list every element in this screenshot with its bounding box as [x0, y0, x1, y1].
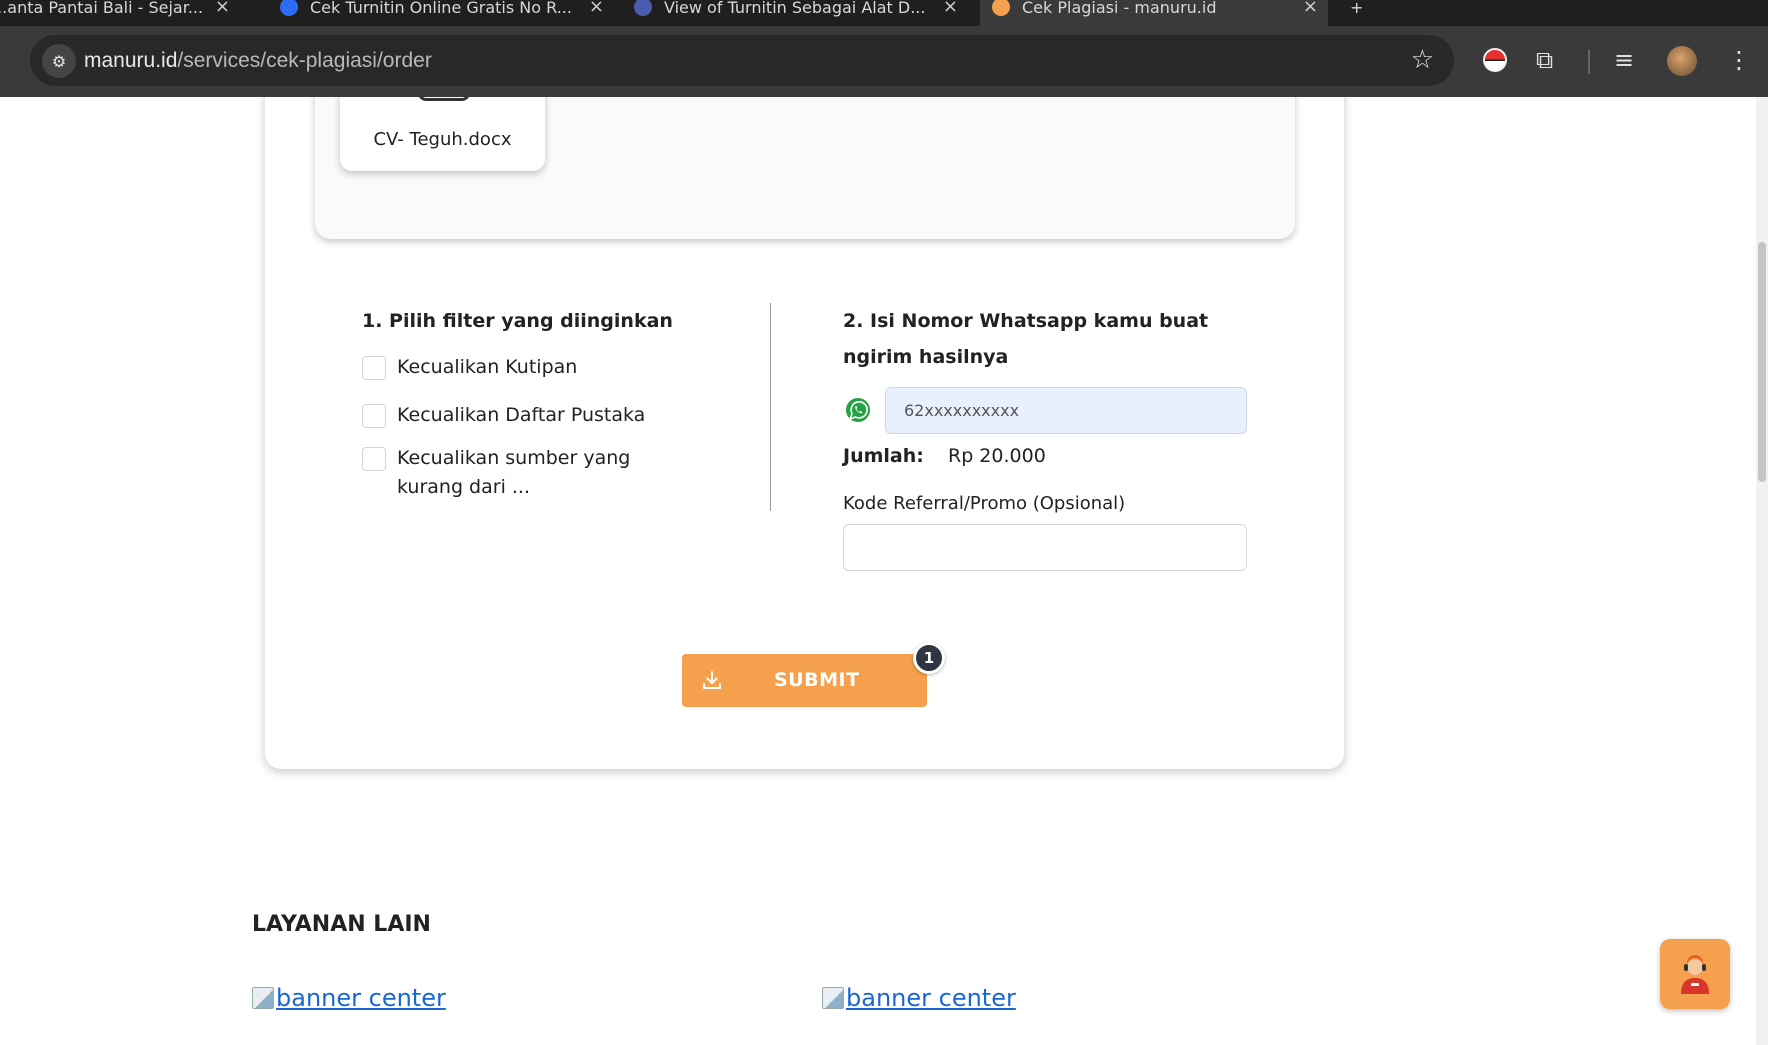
support-agent-icon: [1681, 955, 1709, 994]
turnitin-favicon-icon: [280, 0, 298, 16]
toolbar-separator: [1588, 50, 1590, 74]
close-tab-icon[interactable]: ×: [1303, 0, 1318, 17]
tab-strip: ...anta Pantai Bali - Sejar... × Cek Tur…: [0, 0, 1768, 26]
browser-tab-3[interactable]: View of Turnitin Sebagai Alat D... ×: [622, 0, 968, 26]
scrollbar-thumb[interactable]: [1758, 242, 1766, 482]
banner-alt-text: banner center: [846, 984, 1016, 1012]
close-tab-icon[interactable]: ×: [589, 0, 604, 17]
banner-link-2[interactable]: banner center: [822, 984, 1016, 1012]
referral-label: Kode Referral/Promo (Opsional): [843, 493, 1126, 514]
other-services-title: LAYANAN LAIN: [252, 912, 431, 937]
document-icon: [418, 97, 470, 101]
page-scrollbar[interactable]: [1756, 97, 1768, 1045]
filters-title: 1. Pilih filter yang diinginkan: [362, 310, 673, 332]
page-viewport: CV- Teguh.docx 1. Pilih filter yang diin…: [0, 97, 1768, 1045]
tab-title: Cek Plagiasi - manuru.id: [1022, 0, 1217, 17]
broken-image-icon: [252, 987, 274, 1009]
plus-icon: +: [1350, 0, 1364, 17]
broken-image-icon: [822, 987, 844, 1009]
url-text[interactable]: manuru.id/services/cek-plagiasi/order: [84, 49, 432, 73]
close-tab-icon[interactable]: ×: [943, 0, 958, 17]
banner-alt-text: banner center: [276, 984, 446, 1012]
checkbox-label: Kecualikan sumber yang kurang dari ...: [397, 447, 631, 498]
address-bar[interactable]: ⚙ manuru.id/services/cek-plagiasi/order …: [30, 35, 1454, 86]
checkbox-label: Kecualikan Daftar Pustaka: [397, 404, 646, 426]
uploaded-file-tile[interactable]: CV- Teguh.docx: [340, 97, 545, 171]
exclude-bibliography-checkbox[interactable]: [362, 404, 386, 428]
url-path: /services/cek-plagiasi/order: [177, 49, 432, 72]
filter-option-bibliography[interactable]: Kecualikan Daftar Pustaka: [362, 401, 742, 430]
filter-option-small-sources[interactable]: Kecualikan sumber yang kurang dari ...: [362, 444, 662, 502]
amount-label: Jumlah:: [843, 445, 924, 467]
amount-value: Rp 20.000: [948, 445, 1046, 467]
media-queue-icon[interactable]: ≡: [1614, 48, 1634, 72]
column-divider: [770, 303, 771, 511]
customer-support-button[interactable]: [1660, 939, 1730, 1009]
browser-toolbar: ⚙ manuru.id/services/cek-plagiasi/order …: [0, 26, 1768, 97]
pokeball-extension-icon[interactable]: [1483, 48, 1507, 72]
manuru-favicon-icon: [992, 0, 1010, 16]
browser-tab-1[interactable]: ...anta Pantai Bali - Sejar... ×: [0, 0, 240, 26]
filter-option-quotes[interactable]: Kecualikan Kutipan: [362, 353, 742, 382]
whatsapp-icon: [846, 398, 870, 422]
browser-tab-2[interactable]: Cek Turnitin Online Gratis No R... ×: [268, 0, 614, 26]
browser-tab-active[interactable]: Cek Plagiasi - manuru.id ×: [980, 0, 1328, 26]
close-tab-icon[interactable]: ×: [215, 0, 230, 17]
site-settings-icon[interactable]: ⚙: [42, 44, 76, 78]
extensions-puzzle-icon[interactable]: ⧉: [1536, 48, 1553, 72]
bookmark-star-icon[interactable]: ☆: [1411, 45, 1434, 75]
exclude-quotes-checkbox[interactable]: [362, 356, 386, 380]
new-tab-button[interactable]: +: [1338, 0, 1378, 26]
whatsapp-number-input[interactable]: [885, 387, 1247, 434]
submit-button[interactable]: SUBMIT: [682, 654, 927, 707]
whatsapp-title: 2. Isi Nomor Whatsapp kamu buat ngirim h…: [843, 310, 1209, 368]
referral-code-input[interactable]: [843, 524, 1247, 571]
download-icon: [703, 671, 721, 689]
profile-avatar[interactable]: [1667, 46, 1697, 76]
more-menu-icon[interactable]: ⋮: [1727, 48, 1751, 72]
url-host: manuru.id: [84, 49, 178, 72]
exclude-small-sources-checkbox[interactable]: [362, 447, 386, 471]
file-name: CV- Teguh.docx: [373, 129, 512, 150]
submit-label: SUBMIT: [774, 669, 860, 691]
tab-title: Cek Turnitin Online Gratis No R...: [310, 0, 572, 17]
banner-link-1[interactable]: banner center: [252, 984, 446, 1012]
tab-title: ...anta Pantai Bali - Sejar...: [0, 0, 204, 17]
step-badge: 1: [913, 642, 945, 674]
tab-title: View of Turnitin Sebagai Alat D...: [664, 0, 926, 17]
checkbox-label: Kecualikan Kutipan: [397, 356, 578, 378]
journal-favicon-icon: [634, 0, 652, 16]
